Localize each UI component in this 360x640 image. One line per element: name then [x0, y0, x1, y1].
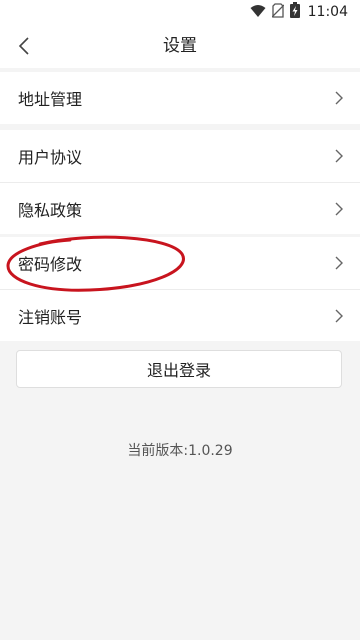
chevron-right-icon	[335, 309, 343, 322]
page-title: 设置	[163, 36, 197, 56]
settings-item-delete-account[interactable]: 注销账号	[0, 289, 360, 341]
settings-group-account: 密码修改 注销账号	[0, 237, 360, 341]
app-version: 当前版本:1.0.29	[127, 443, 233, 459]
settings-item-label: 地址管理	[18, 90, 83, 109]
chevron-right-icon	[335, 256, 343, 270]
status-icons: 11:04	[250, 2, 348, 22]
settings-item-label: 注销账号	[18, 307, 83, 327]
settings-group-address: 地址管理	[0, 72, 360, 124]
chevron-right-icon	[335, 149, 343, 163]
wifi-icon	[250, 3, 266, 22]
back-button[interactable]	[8, 30, 40, 62]
nav-bar: 设置	[0, 24, 360, 68]
settings-item-label: 用户协议	[18, 148, 83, 167]
settings-item-address-management[interactable]: 地址管理	[0, 72, 360, 124]
settings-item-label: 隐私政策	[18, 200, 83, 220]
no-sim-icon	[271, 2, 285, 22]
chevron-right-icon	[335, 202, 343, 215]
settings-item-user-agreement[interactable]: 用户协议	[0, 130, 360, 182]
chevron-left-icon	[18, 37, 29, 55]
settings-group-legal: 用户协议 隐私政策	[0, 130, 360, 234]
status-time: 11:04	[307, 4, 348, 20]
chevron-right-icon	[335, 91, 343, 105]
settings-item-label: 密码修改	[18, 255, 83, 274]
battery-charging-icon	[289, 2, 300, 22]
logout-button[interactable]: 退出登录	[16, 350, 342, 388]
settings-item-change-password[interactable]: 密码修改	[0, 237, 360, 289]
settings-item-privacy-policy[interactable]: 隐私政策	[0, 182, 360, 234]
status-bar: 11:04	[0, 0, 360, 24]
